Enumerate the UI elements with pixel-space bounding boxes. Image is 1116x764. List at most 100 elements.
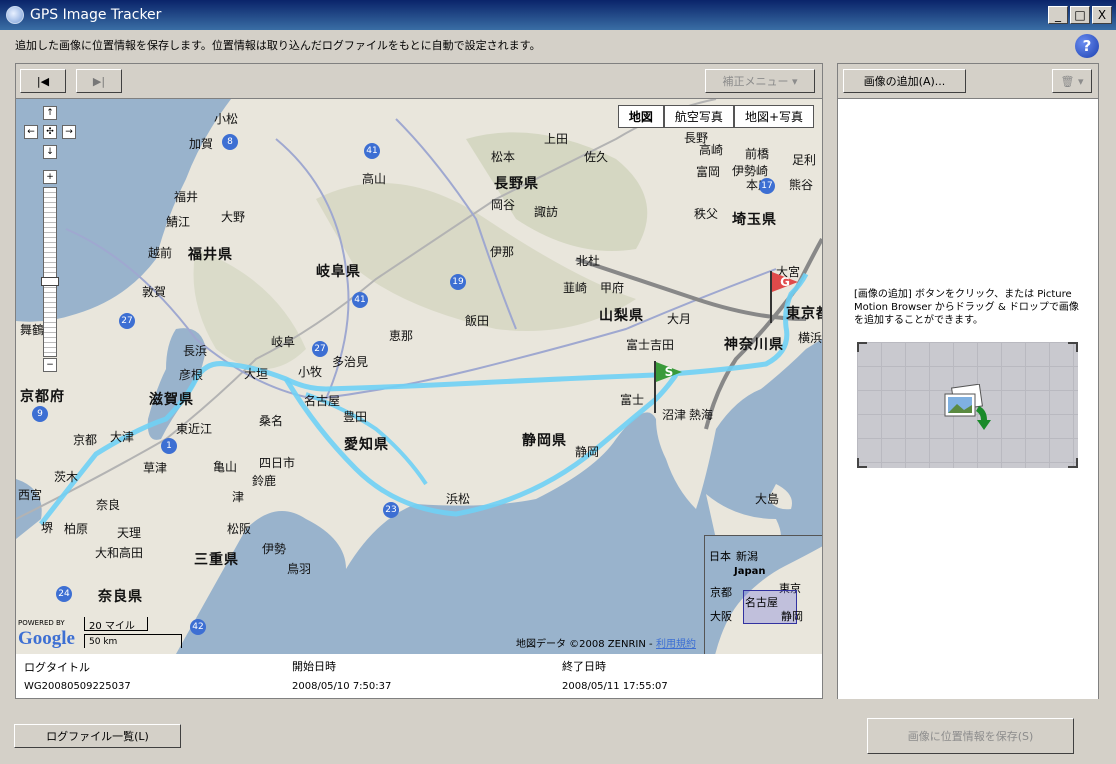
map-label-city: 鈴鹿 [252, 474, 277, 488]
image-drop-area[interactable] [857, 342, 1078, 468]
map-label-city: 伊那 [490, 245, 515, 259]
google-logo: Google [18, 628, 75, 649]
map-label-prefecture: 岐阜県 [316, 264, 361, 280]
map-label-prefecture: 神奈川県 [724, 337, 784, 353]
map-label-prefecture: 山梨県 [599, 308, 644, 324]
overview-label: 新潟 [736, 550, 758, 563]
map-label-city: 熊谷 [789, 178, 814, 192]
correction-menu-button[interactable]: 補正メニュー ▾ [705, 69, 815, 93]
route-shield: 41 [364, 143, 380, 159]
pan-left-button[interactable]: ← [24, 125, 38, 139]
map-label-city: 堺 [41, 521, 54, 535]
map-label-prefecture: 福井県 [188, 247, 233, 263]
map-type-selector: 地図 航空写真 地図+写真 [617, 105, 814, 128]
delete-image-button[interactable]: 🗑 ▾ [1052, 69, 1092, 93]
map-label-city: 松本 [491, 150, 516, 164]
map-label-city: 柏原 [64, 522, 89, 536]
map-label-city: 鳥羽 [287, 562, 312, 576]
map-label-city: 東近江 [176, 422, 213, 436]
map-label-city: 恵那 [389, 329, 414, 343]
log-title-header: ログタイトル [24, 661, 90, 674]
map-label-city: 甲府 [600, 281, 625, 295]
map-label-city: 多治見 [332, 355, 369, 369]
route-shield: 24 [56, 586, 72, 602]
map-label-city: 横浜 [798, 331, 822, 345]
map-label-prefecture: 東京都 [786, 306, 822, 322]
map-label-prefecture: 滋賀県 [149, 392, 194, 408]
zoom-slider-track[interactable] [43, 187, 57, 357]
prev-button[interactable]: |◀ [20, 69, 66, 93]
map-label-city: 鯖江 [166, 215, 191, 229]
map-label-city: 舞鶴 [20, 323, 45, 337]
map-label-city: 高山 [362, 172, 387, 186]
map-type-hybrid[interactable]: 地図+写真 [733, 105, 814, 128]
start-flag-pole [654, 361, 656, 413]
map-label-city: 富士 [620, 393, 645, 407]
zoom-out-button[interactable]: − [43, 358, 57, 372]
route-shield: 9 [32, 406, 48, 422]
map-label-city: 上田 [544, 132, 569, 146]
overview-japan-label: Japan [734, 566, 766, 577]
map-label-city: 加賀 [189, 137, 214, 151]
map-label-city: 大野 [221, 210, 246, 224]
map-label-city: 松阪 [227, 522, 252, 536]
scale-km: 50 km [84, 634, 182, 648]
drop-corner [857, 458, 867, 468]
start-time-value: 2008/05/10 7:50:37 [292, 681, 392, 692]
map-label-city: 沼津 [662, 408, 687, 422]
map-label-city: 岐阜 [271, 335, 296, 349]
route-shield: 42 [190, 619, 206, 635]
overview-label: 大阪 [710, 610, 732, 623]
route-shield: 27 [312, 341, 328, 357]
maximize-button[interactable]: □ [1070, 6, 1090, 24]
terms-link[interactable]: 利用規約 [656, 635, 696, 650]
zoom-in-button[interactable]: + [43, 170, 57, 184]
window-controls: _ □ X [1048, 6, 1112, 24]
minimize-button[interactable]: _ [1048, 6, 1068, 24]
close-button[interactable]: X [1092, 6, 1112, 24]
map-type-map[interactable]: 地図 [617, 105, 664, 128]
scale-miles: 20 マイル [84, 617, 148, 632]
map-label-city: 大和高田 [95, 546, 144, 560]
map-label-city: 大月 [667, 312, 692, 326]
add-image-hint: [画像の追加] ボタンをクリック、または Picture Motion Brow… [854, 289, 1079, 326]
next-button[interactable]: ▶| [76, 69, 122, 93]
map-label-city: 小牧 [298, 365, 323, 379]
map-type-satellite[interactable]: 航空写真 [663, 105, 734, 128]
zoom-slider-handle[interactable] [41, 277, 59, 286]
help-button[interactable]: ? [1075, 34, 1099, 58]
pan-up-button[interactable]: ↑ [43, 106, 57, 120]
map-label-city: 天理 [117, 526, 142, 540]
map-label-city: 諏訪 [534, 205, 559, 219]
route-shield: 27 [119, 313, 135, 329]
map-label-prefecture: 埼玉県 [732, 212, 777, 228]
window-title: GPS Image Tracker [30, 7, 162, 23]
add-image-button[interactable]: 画像の追加(A)... [843, 69, 966, 93]
map-label-city: 岡谷 [491, 198, 516, 212]
save-location-button[interactable]: 画像に位置情報を保存(S) [867, 718, 1074, 754]
pan-center-button[interactable]: ✣ [43, 125, 57, 139]
map-label-city: 西宮 [18, 488, 43, 502]
map-label-city: 富士吉田 [626, 338, 675, 352]
overview-map[interactable]: 日本 新潟 Japan 東京 名古屋 静岡 大阪 京都 [704, 535, 822, 654]
drop-corner [857, 342, 867, 352]
map-label-city: 大垣 [244, 367, 269, 381]
map-label-city: 浜松 [446, 492, 471, 506]
map-label-city: 長浜 [183, 344, 208, 358]
title-bar: GPS Image Tracker _ □ X [0, 0, 1116, 30]
add-photo-icon [944, 384, 991, 430]
description-text: 追加した画像に位置情報を保存します。位置情報は取り込んだログファイルをもとに自動… [15, 39, 541, 52]
end-time-header: 終了日時 [562, 660, 606, 673]
map-label-city: 奈良 [96, 498, 121, 512]
map-label-city: 亀山 [213, 460, 238, 474]
log-file-list-button[interactable]: ログファイル一覧(L) [14, 724, 181, 748]
map-label-city: 越前 [148, 246, 173, 260]
pan-right-button[interactable]: → [62, 125, 76, 139]
map-label-city: 福井 [174, 190, 199, 204]
map-label-prefecture: 京都府 [20, 389, 65, 405]
map-view[interactable]: 地図 航空写真 地図+写真 ↑ ← ✣ → ↓ + − 福井県 岐阜県 長野県 … [16, 98, 822, 654]
overview-label: 静岡 [781, 610, 803, 623]
route-shield: 8 [222, 134, 238, 150]
pan-down-button[interactable]: ↓ [43, 145, 57, 159]
map-label-city: 京都 [73, 433, 98, 447]
